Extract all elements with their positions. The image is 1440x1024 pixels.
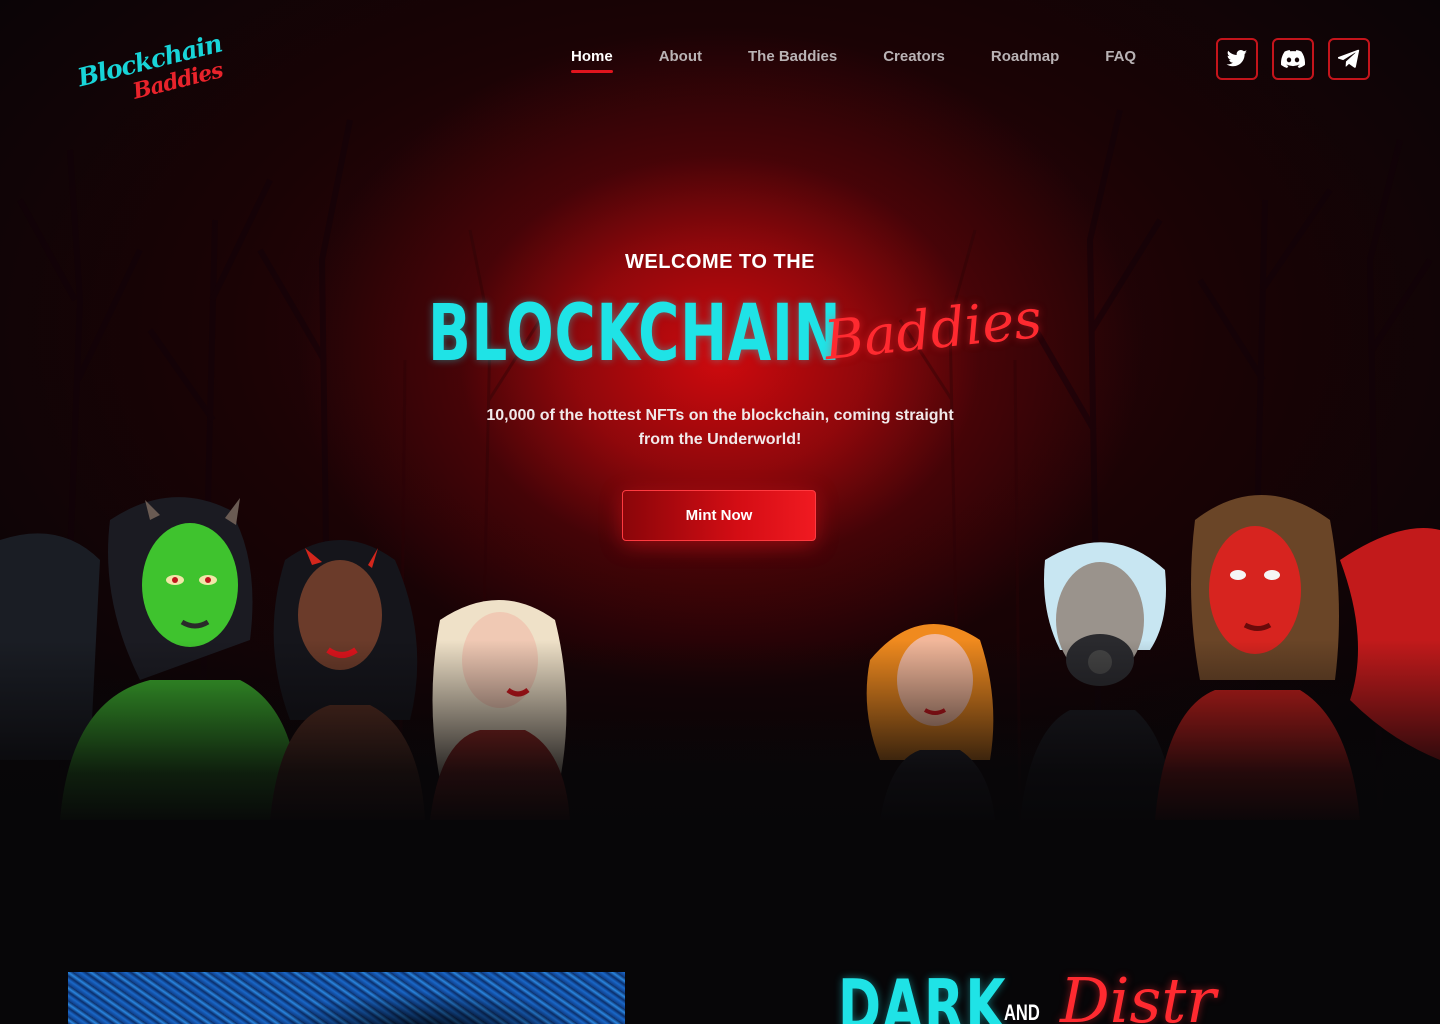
hero-title-main: BLOCKCHAIN: [428, 289, 842, 379]
nav-faq[interactable]: FAQ: [1105, 48, 1136, 65]
section-heading: DARK AND Distr: [838, 962, 1238, 1024]
main-nav: Home About The Baddies Creators Roadmap …: [571, 48, 1136, 73]
hero-subtitle: 10,000 of the hottest NFTs on the blockc…: [486, 407, 954, 448]
heading-and: AND: [1004, 1000, 1040, 1024]
page: Blockchain Baddies Home About The Baddie…: [0, 0, 1440, 1024]
nav-about[interactable]: About: [659, 48, 702, 65]
telegram-icon: [1338, 49, 1360, 68]
nav-home[interactable]: Home: [571, 48, 613, 73]
hero-welcome: WELCOME TO THE: [625, 251, 815, 273]
twitter-button[interactable]: [1216, 38, 1258, 80]
section-image: [68, 972, 625, 1024]
nav-creators[interactable]: Creators: [883, 48, 945, 65]
twitter-icon: [1226, 50, 1248, 67]
brand-logo[interactable]: Blockchain Baddies: [75, 29, 236, 105]
hero-title-script: Baddies: [821, 286, 1045, 373]
hero-fade: [0, 640, 1440, 820]
heading-script: Distr: [1060, 964, 1216, 1024]
social-links: [1216, 38, 1370, 80]
heading-dark: DARK: [838, 964, 1008, 1024]
telegram-button[interactable]: [1328, 38, 1370, 80]
discord-button[interactable]: [1272, 38, 1314, 80]
nav-roadmap[interactable]: Roadmap: [991, 48, 1059, 65]
nav-the-baddies[interactable]: The Baddies: [748, 48, 837, 65]
discord-icon: [1281, 50, 1305, 68]
hero-title: BLOCKCHAIN Baddies: [428, 282, 1045, 392]
mint-now-button[interactable]: Mint Now: [622, 490, 816, 541]
